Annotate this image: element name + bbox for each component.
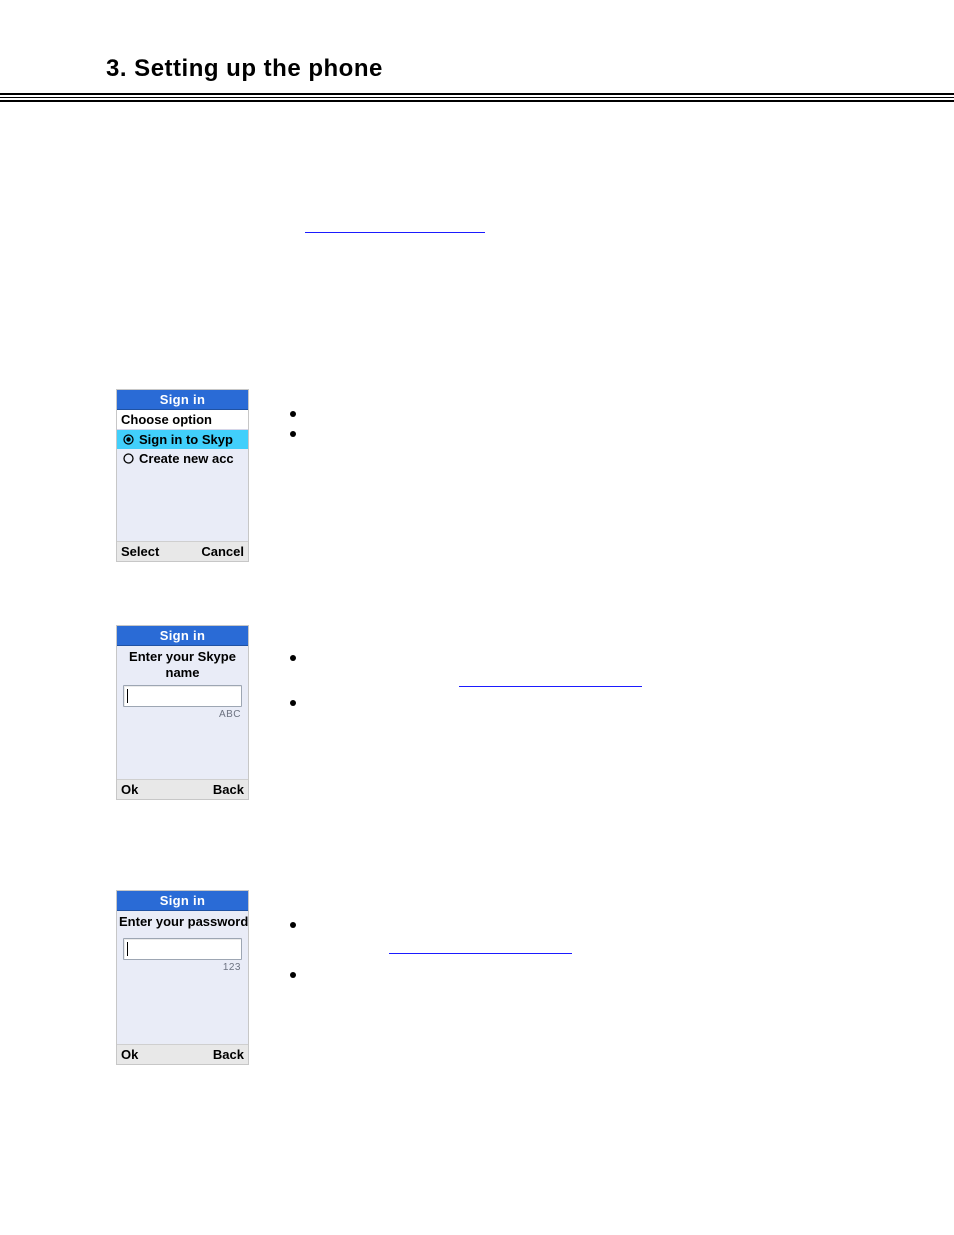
input-mode-indicator: 123 bbox=[117, 962, 248, 973]
phone-screen-enter-name: Sign in Enter your Skype name ABC Ok Bac… bbox=[116, 625, 249, 800]
page-heading: 3. Setting up the phone bbox=[106, 55, 383, 83]
phone-screen-enter-password: Sign in Enter your password 123 Ok Back bbox=[116, 890, 249, 1065]
link-underline[interactable] bbox=[305, 232, 485, 233]
password-input[interactable] bbox=[123, 938, 242, 960]
option-label: Sign in to Skyp bbox=[139, 432, 233, 447]
radio-unselected-icon bbox=[123, 453, 134, 464]
softkey-left[interactable]: Ok bbox=[121, 1045, 138, 1064]
softkey-left[interactable]: Select bbox=[121, 542, 159, 561]
prompt-label: Enter your password bbox=[117, 913, 248, 938]
skype-name-input[interactable] bbox=[123, 685, 242, 707]
text-caret-icon bbox=[127, 942, 128, 956]
softkey-right[interactable]: Back bbox=[213, 1045, 244, 1064]
horizontal-rule bbox=[0, 93, 954, 104]
text-caret-icon bbox=[127, 689, 128, 703]
option-sign-in[interactable]: Sign in to Skyp bbox=[117, 430, 248, 449]
softkey-right[interactable]: Cancel bbox=[201, 542, 244, 561]
bullet-dot bbox=[290, 431, 296, 437]
bullet-dot bbox=[290, 700, 296, 706]
bullet-dot bbox=[290, 655, 296, 661]
phone-screen-signin-options: Sign in Choose option Sign in to Skyp Cr… bbox=[116, 389, 249, 562]
phone-titlebar: Sign in bbox=[117, 891, 248, 911]
link-underline[interactable] bbox=[459, 686, 642, 687]
softkey-right[interactable]: Back bbox=[213, 780, 244, 799]
softkey-left[interactable]: Ok bbox=[121, 780, 138, 799]
input-mode-indicator: ABC bbox=[117, 709, 248, 720]
option-create-account[interactable]: Create new acc bbox=[117, 449, 248, 468]
phone-titlebar: Sign in bbox=[117, 626, 248, 646]
prompt-label: Enter your Skype name bbox=[117, 648, 248, 685]
phone-titlebar: Sign in bbox=[117, 390, 248, 410]
link-underline[interactable] bbox=[389, 953, 572, 954]
bullet-dot bbox=[290, 411, 296, 417]
bullet-dot bbox=[290, 972, 296, 978]
option-label: Create new acc bbox=[139, 451, 234, 466]
radio-selected-icon bbox=[123, 434, 134, 445]
choose-option-label: Choose option bbox=[117, 410, 248, 430]
bullet-dot bbox=[290, 922, 296, 928]
